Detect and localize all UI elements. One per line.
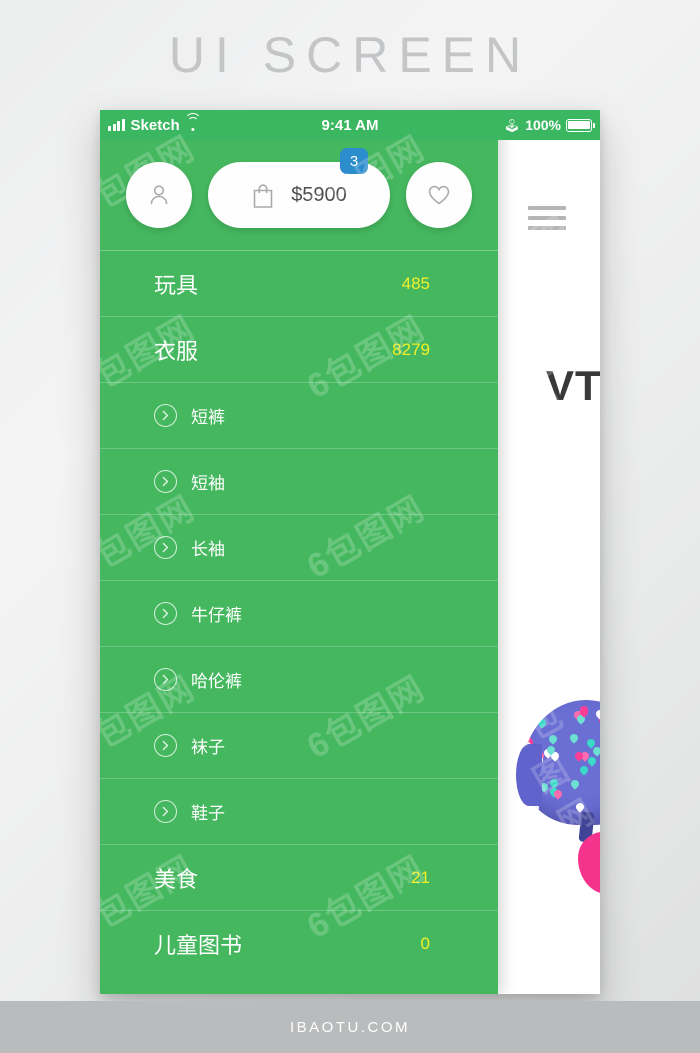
garment-frill: [516, 744, 542, 806]
main-content-panel: VT: [498, 140, 600, 994]
menu-item[interactable]: 玩具 485: [100, 250, 498, 316]
menu-item-label: 牛仔裤: [191, 606, 242, 625]
menu-item-label: 鞋子: [191, 804, 225, 823]
menu-subitem[interactable]: 短裤: [100, 382, 498, 448]
cart-button[interactable]: $5900 3: [208, 148, 390, 228]
favorites-button[interactable]: [406, 162, 472, 228]
cart-badge: 3: [340, 148, 368, 174]
cart-amount: $5900: [291, 183, 347, 206]
menu-item-count: 485: [401, 273, 430, 293]
page-title: UI SCREEN: [168, 27, 532, 83]
profile-button[interactable]: [126, 162, 192, 228]
menu-item-label: 短裤: [191, 408, 225, 427]
menu-subitem[interactable]: 长袖: [100, 514, 498, 580]
brand-title: VT: [546, 362, 600, 409]
phone-mockup: VT $5900 3 玩具 485 衣服 8279 短裤 短袖 长袖 牛仔裤 哈…: [100, 110, 600, 994]
chevron-right-circle-icon: [154, 470, 177, 493]
heart-icon: [428, 185, 450, 205]
hamburger-menu-icon[interactable]: [528, 206, 566, 236]
chevron-right-circle-icon: [154, 602, 177, 625]
chevron-right-circle-icon: [154, 404, 177, 427]
product-image: [516, 700, 600, 910]
menu-item-label: 短袖: [191, 474, 225, 493]
menu-item-count: 8279: [392, 339, 430, 359]
menu-subitem[interactable]: 短袖: [100, 448, 498, 514]
menu-item[interactable]: 美食 21: [100, 844, 498, 910]
chevron-right-circle-icon: [154, 734, 177, 757]
shopping-bag-icon: [253, 183, 273, 208]
drawer-topbar: $5900 3: [100, 140, 498, 250]
status-bar: Sketch 9:41 AM 🕹 100%: [100, 110, 600, 140]
menu-subitem[interactable]: 哈伦裤: [100, 646, 498, 712]
chevron-right-circle-icon: [154, 668, 177, 691]
person-icon: [150, 185, 168, 205]
battery-percent: 100%: [525, 117, 561, 133]
menu-item-label: 美食: [154, 866, 199, 892]
menu-subitem[interactable]: 袜子: [100, 712, 498, 778]
category-drawer: $5900 3 玩具 485 衣服 8279 短裤短袖长袖牛仔裤哈伦裤袜子鞋子美食 21 儿…: [100, 110, 498, 994]
menu-subitem[interactable]: 牛仔裤: [100, 580, 498, 646]
menu-item-label: 儿童图书: [154, 932, 243, 958]
menu-item-label: 袜子: [191, 738, 225, 757]
menu-item-label: 衣服: [154, 338, 199, 364]
menu-subitem[interactable]: 鞋子: [100, 778, 498, 844]
battery-icon: [566, 118, 595, 132]
menu-item-count: 21: [411, 867, 430, 887]
menu-item-label: 哈伦裤: [191, 672, 242, 691]
menu-item-label: 长袖: [191, 540, 225, 559]
category-menu: 玩具 485 衣服 8279 短裤短袖长袖牛仔裤哈伦裤袜子鞋子美食 21 儿童图书 0: [100, 250, 498, 976]
status-right: 🕹 100%: [503, 117, 595, 133]
menu-item[interactable]: 衣服 8279: [100, 316, 498, 382]
menu-item-count: 0: [420, 933, 430, 953]
bluetooth-icon: 🕹: [503, 117, 521, 133]
footer-text: IBAOTU.COM: [289, 1018, 410, 1036]
chevron-right-circle-icon: [154, 800, 177, 823]
footer-bar: IBAOTU.COM: [0, 1001, 700, 1053]
chevron-right-circle-icon: [154, 536, 177, 559]
menu-item[interactable]: 儿童图书 0: [100, 910, 498, 976]
menu-item-label: 玩具: [154, 272, 199, 298]
